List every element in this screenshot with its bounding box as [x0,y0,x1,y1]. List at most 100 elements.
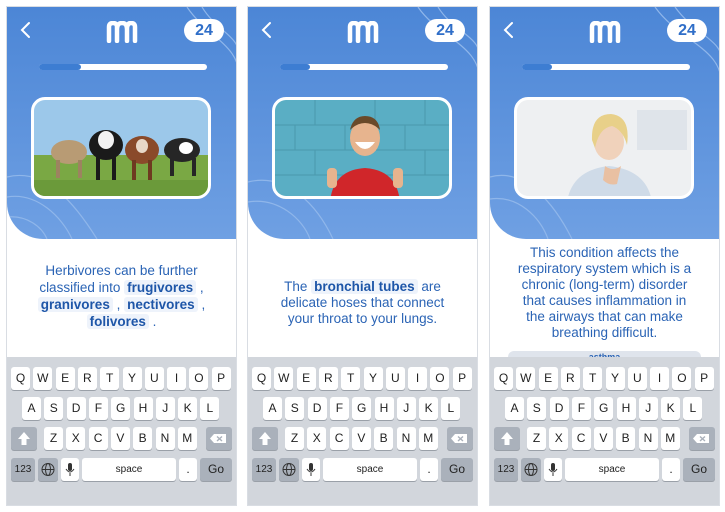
key-s[interactable]: S [44,397,64,420]
key-m[interactable]: M [660,427,680,450]
key-x[interactable]: X [549,427,569,450]
key-g[interactable]: G [594,397,614,420]
term-highlight[interactable]: granivores [37,297,113,312]
period-key[interactable]: . [420,458,438,481]
key-n[interactable]: N [638,427,658,450]
key-t[interactable]: T [100,367,120,390]
key-k[interactable]: K [178,397,198,420]
space-key[interactable]: space [82,458,176,481]
key-c[interactable]: C [88,427,108,450]
numbers-key[interactable]: 123 [11,458,35,481]
term-highlight[interactable]: frugivores [124,280,197,295]
shift-key[interactable] [11,427,37,450]
key-h[interactable]: H [374,397,394,420]
key-k[interactable]: K [419,397,439,420]
key-s[interactable]: S [527,397,547,420]
key-j[interactable]: J [396,397,416,420]
key-y[interactable]: Y [122,367,142,390]
key-i[interactable]: I [167,367,187,390]
go-key[interactable]: Go [200,458,232,481]
key-d[interactable]: D [307,397,327,420]
period-key[interactable]: . [179,458,197,481]
term-highlight[interactable]: bronchial tubes [311,279,418,294]
key-x[interactable]: X [307,427,327,450]
key-q[interactable]: Q [11,367,30,390]
globe-key[interactable] [521,458,541,481]
term-highlight[interactable]: nectivores [124,297,198,312]
key-r[interactable]: R [77,367,97,390]
key-b[interactable]: B [616,427,636,450]
key-v[interactable]: V [110,427,130,450]
key-d[interactable]: D [549,397,569,420]
key-k[interactable]: K [661,397,681,420]
key-c[interactable]: C [329,427,349,450]
space-key[interactable]: space [565,458,659,481]
key-r[interactable]: R [560,367,580,390]
key-o[interactable]: O [672,367,692,390]
key-j[interactable]: J [638,397,658,420]
space-key[interactable]: space [323,458,417,481]
mic-key[interactable] [61,458,79,481]
backspace-key[interactable] [447,427,473,450]
key-q[interactable]: Q [494,367,513,390]
go-key[interactable]: Go [441,458,473,481]
key-y[interactable]: Y [363,367,383,390]
key-o[interactable]: O [430,367,450,390]
key-m[interactable]: M [177,427,197,450]
key-n[interactable]: N [155,427,175,450]
shift-key[interactable] [252,427,278,450]
key-i[interactable]: I [650,367,670,390]
key-h[interactable]: H [616,397,636,420]
key-w[interactable]: W [33,367,53,390]
key-a[interactable]: A [505,397,524,420]
back-chevron-icon[interactable] [17,20,35,40]
key-p[interactable]: P [211,367,231,390]
key-z[interactable]: Z [285,427,304,450]
key-j[interactable]: J [155,397,175,420]
shift-key[interactable] [494,427,520,450]
key-y[interactable]: Y [605,367,625,390]
key-a[interactable]: A [263,397,282,420]
numbers-key[interactable]: 123 [494,458,518,481]
key-d[interactable]: D [66,397,86,420]
key-h[interactable]: H [133,397,153,420]
key-o[interactable]: O [189,367,209,390]
key-n[interactable]: N [396,427,416,450]
back-chevron-icon[interactable] [258,20,276,40]
go-key[interactable]: Go [683,458,715,481]
key-f[interactable]: F [571,397,591,420]
key-u[interactable]: U [385,367,405,390]
key-l[interactable]: L [441,397,461,420]
key-p[interactable]: P [452,367,472,390]
term-highlight[interactable]: folivores [86,314,149,329]
globe-key[interactable] [279,458,299,481]
key-x[interactable]: X [66,427,86,450]
key-v[interactable]: V [351,427,371,450]
key-s[interactable]: S [285,397,305,420]
key-q[interactable]: Q [252,367,271,390]
key-m[interactable]: M [418,427,438,450]
mic-key[interactable] [302,458,320,481]
numbers-key[interactable]: 123 [252,458,276,481]
key-e[interactable]: E [296,367,316,390]
backspace-key[interactable] [689,427,715,450]
globe-key[interactable] [38,458,58,481]
key-w[interactable]: W [274,367,294,390]
mic-key[interactable] [544,458,562,481]
key-u[interactable]: U [144,367,164,390]
key-t[interactable]: T [583,367,603,390]
key-b[interactable]: B [133,427,153,450]
key-e[interactable]: E [538,367,558,390]
key-a[interactable]: A [22,397,41,420]
key-g[interactable]: G [352,397,372,420]
key-f[interactable]: F [329,397,349,420]
key-g[interactable]: G [111,397,131,420]
back-chevron-icon[interactable] [500,20,518,40]
key-w[interactable]: W [516,367,536,390]
key-b[interactable]: B [374,427,394,450]
key-i[interactable]: I [408,367,428,390]
key-z[interactable]: Z [527,427,546,450]
key-l[interactable]: L [683,397,703,420]
key-f[interactable]: F [88,397,108,420]
key-e[interactable]: E [55,367,75,390]
